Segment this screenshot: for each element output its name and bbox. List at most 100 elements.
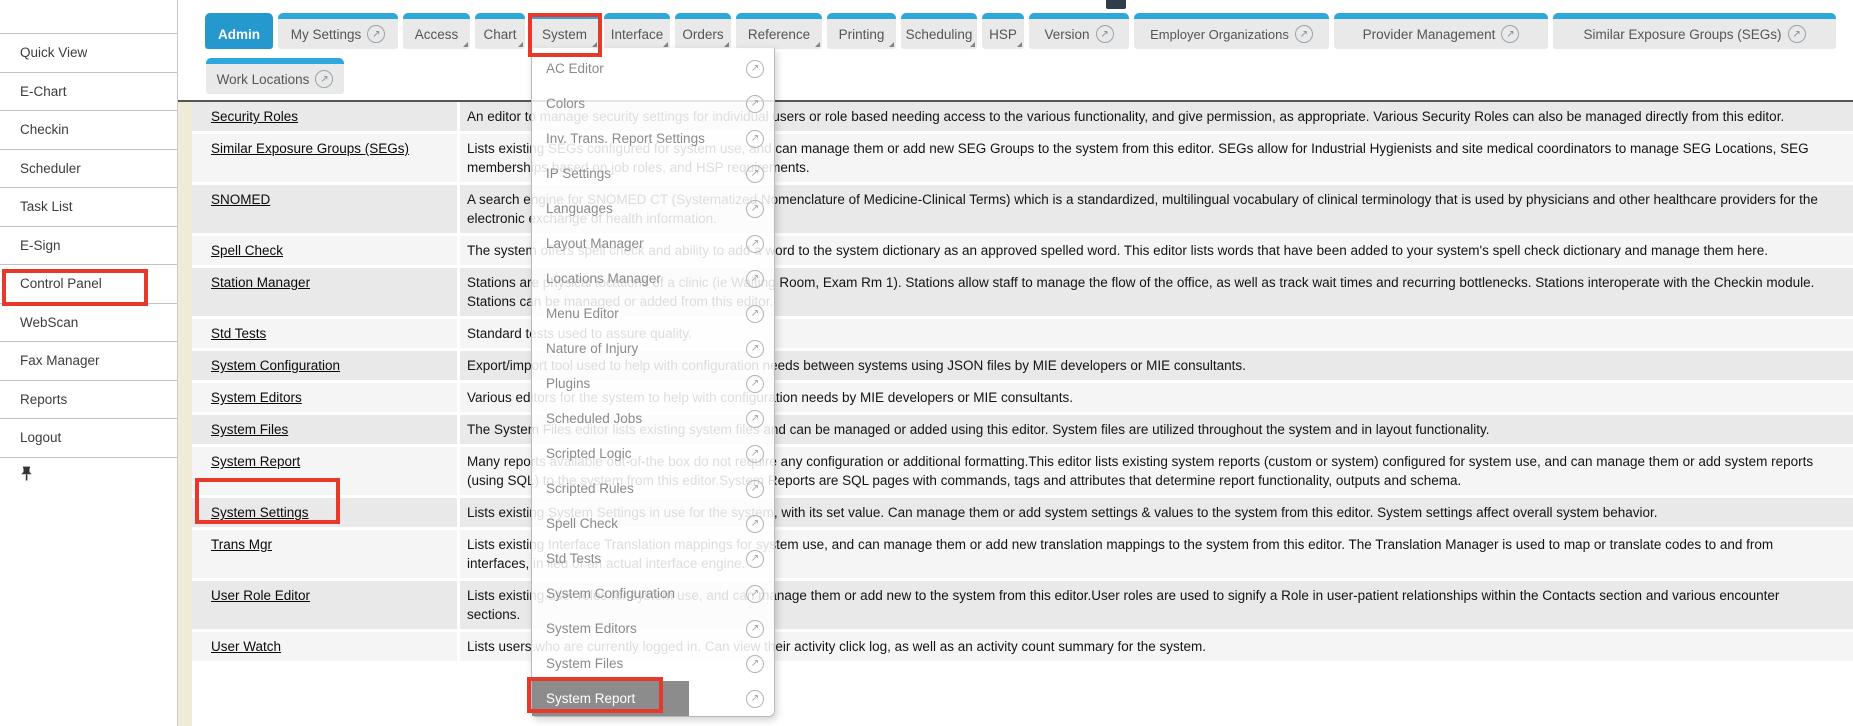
menu-item-colors[interactable]: Colors↗ [532, 86, 774, 121]
tab-admin[interactable]: Admin [205, 13, 273, 49]
tab-access[interactable]: Access [403, 13, 470, 49]
sidebar-item-quick-view[interactable]: Quick View [0, 33, 177, 72]
menu-item-ip-settings[interactable]: IP Settings↗ [532, 156, 774, 191]
external-link-icon: ↗ [746, 480, 764, 498]
sidebar-item-scheduler[interactable]: Scheduler [0, 149, 177, 188]
tab-interface[interactable]: Interface [604, 13, 670, 49]
table-link-system-files[interactable]: System Files [211, 420, 288, 439]
tab-hsp[interactable]: HSP [982, 13, 1024, 49]
sidebar-item-control-panel[interactable]: Control Panel [0, 264, 177, 303]
table-link-spell-check[interactable]: Spell Check [211, 241, 283, 260]
menu-item-std-tests[interactable]: Std Tests↗ [532, 541, 774, 576]
sidebar-item-checkin[interactable]: Checkin [0, 110, 177, 149]
table-link-trans-mgr[interactable]: Trans Mgr [211, 535, 272, 554]
menu-item-languages[interactable]: Languages↗ [532, 191, 774, 226]
table-link-snomed[interactable]: SNOMED [211, 190, 270, 209]
table-link-similar-exposure-groups-segs[interactable]: Similar Exposure Groups (SEGs) [211, 139, 409, 158]
menu-item-label: Scripted Logic [546, 446, 632, 461]
external-link-icon: ↗ [746, 60, 764, 78]
external-link-icon: ↗ [1295, 25, 1313, 43]
tab-label: Access [415, 27, 459, 42]
sidebar-item-task-list[interactable]: Task List [0, 187, 177, 226]
menu-item-system-configuration[interactable]: System Configuration↗ [532, 576, 774, 611]
sidebar: Quick ViewE-ChartCheckinSchedulerTask Li… [0, 0, 178, 726]
menu-item-label: Locations Manager [546, 271, 661, 286]
dropdown-caret-icon [724, 42, 729, 47]
table-row-station-manager: Station ManagerStations are physical loc… [192, 268, 1853, 316]
menu-item-layout-manager[interactable]: Layout Manager↗ [532, 226, 774, 261]
table-link-security-roles[interactable]: Security Roles [211, 107, 298, 126]
table-link-cell: System Editors [192, 383, 457, 412]
table-row-system-settings: System SettingsLists existing System Set… [192, 498, 1853, 527]
tab-chart[interactable]: Chart [475, 13, 525, 49]
table-row-snomed: SNOMEDA search engine for SNOMED CT (Sys… [192, 185, 1853, 233]
external-link-icon: ↗ [746, 410, 764, 428]
menu-item-label: IP Settings [546, 166, 611, 181]
tab-provider-management[interactable]: Provider Management↗ [1334, 13, 1548, 49]
table-row-trans-mgr: Trans MgrLists existing Interface Transl… [192, 530, 1853, 578]
tab-reference[interactable]: Reference [736, 13, 822, 49]
sidebar-item-webscan[interactable]: WebScan [0, 303, 177, 342]
external-link-icon: ↗ [315, 70, 333, 88]
tab-orders[interactable]: Orders [675, 13, 731, 49]
menu-item-plugins[interactable]: Plugins ↗ [532, 366, 774, 401]
menu-item-scripted-rules[interactable]: Scripted Rules↗ [532, 471, 774, 506]
tab-similar-exposure-groups-segs[interactable]: Similar Exposure Groups (SEGs)↗ [1553, 13, 1836, 49]
dropdown-caret-icon [889, 42, 894, 47]
table-row-security-roles: Security RolesAn editor to manage securi… [192, 102, 1853, 131]
table-row-spell-check: Spell CheckThe system offers spell check… [192, 236, 1853, 265]
table-link-cell: Std Tests [192, 319, 457, 348]
table-row-std-tests: Std TestsStandard tests used to assure q… [192, 319, 1853, 348]
sidebar-pin-row[interactable] [0, 457, 177, 496]
external-link-icon: ↗ [367, 25, 385, 43]
tab-label: Chart [483, 27, 516, 42]
table-link-cell: SNOMED [192, 185, 457, 233]
table-link-station-manager[interactable]: Station Manager [211, 273, 310, 292]
dropdown-caret-icon [518, 42, 523, 47]
menu-item-label: AC Editor [546, 61, 604, 76]
menu-item-inv-trans-report-settings[interactable]: Inv. Trans. Report Settings↗ [532, 121, 774, 156]
table-link-system-settings[interactable]: System Settings [211, 503, 309, 522]
menu-item-system-files[interactable]: System Files↗ [532, 646, 774, 681]
table-link-system-configuration[interactable]: System Configuration [211, 356, 340, 375]
table-row-similar-exposure-groups-segs: Similar Exposure Groups (SEGs)Lists exis… [192, 134, 1853, 182]
external-link-icon: ↗ [746, 445, 764, 463]
menu-item-system-report[interactable]: System Report↗ [532, 681, 774, 716]
sidebar-item-e-sign[interactable]: E-Sign [0, 226, 177, 265]
table-link-cell: User Role Editor [192, 581, 457, 629]
menu-item-nature-of-injury[interactable]: Nature of Injury↗ [532, 331, 774, 366]
table-link-system-editors[interactable]: System Editors [211, 388, 302, 407]
menu-item-label: Plugins [546, 376, 590, 391]
tab-scheduling[interactable]: Scheduling [901, 13, 977, 49]
table-link-system-report[interactable]: System Report [211, 452, 300, 471]
menu-item-menu-editor[interactable]: Menu Editor↗ [532, 296, 774, 331]
menu-item-spell-check[interactable]: Spell Check↗ [532, 506, 774, 541]
table-link-user-watch[interactable]: User Watch [211, 637, 281, 656]
sidebar-item-fax-manager[interactable]: Fax Manager [0, 341, 177, 380]
sidebar-item-reports[interactable]: Reports [0, 380, 177, 419]
tab-employer-organizations[interactable]: Employer Organizations↗ [1134, 13, 1329, 49]
sidebar-item-e-chart[interactable]: E-Chart [0, 72, 177, 111]
menu-item-label: Spell Check [546, 516, 618, 531]
external-link-icon: ↗ [746, 235, 764, 253]
menu-item-locations-manager[interactable]: Locations Manager↗ [532, 261, 774, 296]
tab-printing[interactable]: Printing [827, 13, 896, 49]
external-link-icon: ↗ [746, 655, 764, 673]
sidebar-item-logout[interactable]: Logout [0, 418, 177, 457]
tab-my-settings[interactable]: My Settings ↗ [278, 13, 398, 49]
tab-label: My Settings [291, 27, 362, 42]
external-link-icon: ↗ [746, 375, 764, 393]
table-link-user-role-editor[interactable]: User Role Editor [211, 586, 310, 605]
menu-item-label: Std Tests [546, 551, 601, 566]
menu-item-scheduled-jobs[interactable]: Scheduled Jobs↗ [532, 401, 774, 436]
menu-item-scripted-logic[interactable]: Scripted Logic ↗ [532, 436, 774, 471]
table-link-std-tests[interactable]: Std Tests [211, 324, 266, 343]
tab-label: System [542, 27, 587, 42]
tab-system[interactable]: System [530, 13, 599, 49]
tab-version[interactable]: Version↗ [1029, 13, 1129, 49]
menu-item-system-editors[interactable]: System Editors↗ [532, 611, 774, 646]
table-link-cell: System Settings [192, 498, 457, 527]
table-row-system-report: System ReportMany reports available out-… [192, 447, 1853, 495]
tab-work-locations[interactable]: Work Locations↗ [206, 58, 344, 94]
menu-item-ac-editor[interactable]: AC Editor ↗ [532, 51, 774, 86]
